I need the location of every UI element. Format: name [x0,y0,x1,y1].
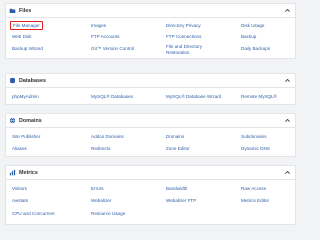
chevron-up-icon[interactable] [284,169,291,176]
images-link[interactable]: Images [91,23,106,28]
bandwidth-link[interactable]: Bandwidth [166,186,187,191]
chevron-up-icon[interactable] [284,77,291,84]
resource-usage-link[interactable]: Resource Usage [91,211,125,216]
files-panel: Files File Manager Images Directory Priv… [5,3,296,59]
metrics-editor-link[interactable]: Metrics Editor [241,198,269,203]
phpmyadmin-link[interactable]: phpMyAdmin [12,94,39,99]
file-directory-restoration-line2[interactable]: Restoration [166,50,190,55]
globe-icon [9,117,16,124]
redirects-link[interactable]: Redirects [91,146,110,151]
chart-icon [9,169,16,176]
domains-panel-header[interactable]: Domains [6,114,295,128]
cpu-concurrent-link[interactable]: CPU and Concurrent [12,211,55,216]
database-icon [10,77,15,84]
zone-editor-link[interactable]: Zone Editor [166,146,190,151]
backup-link[interactable]: Backup [241,34,256,39]
disk-usage-link[interactable]: Disk Usage [241,23,265,28]
daily-backups-link[interactable]: Daily Backups [241,46,270,51]
databases-panel-header[interactable]: Databases [6,74,295,88]
raw-access-link[interactable]: Raw Access [241,186,266,191]
chevron-up-icon[interactable] [284,117,291,124]
folder-icon [9,8,16,13]
files-title: Files [19,8,32,14]
webalizer-ftp-link[interactable]: Webalizer FTP [166,198,196,203]
subdomains-link[interactable]: Subdomains [241,134,267,139]
file-directory-restoration-link[interactable]: File and Directory [166,44,202,49]
files-panel-header[interactable]: Files [6,4,295,18]
file-manager-link[interactable]: File Manager [10,21,43,31]
awstats-link[interactable]: Awstats [12,198,28,203]
site-publisher-link[interactable]: Site Publisher [12,134,40,139]
mysql-databases-link[interactable]: MySQL® Databases [91,94,133,99]
cpanel-page: Files File Manager Images Directory Priv… [0,0,300,225]
git-version-control-link[interactable]: Git™ Version Control [91,46,134,51]
databases-panel: Databases phpMyAdmin MySQL® Databases My… [5,73,296,105]
chevron-up-icon[interactable] [284,7,291,14]
webalizer-link[interactable]: Webalizer [91,198,111,203]
directory-privacy-link[interactable]: Directory Privacy [166,23,201,28]
databases-title: Databases [19,78,46,84]
ftp-connections-link[interactable]: FTP Connections [166,34,201,39]
mysql-database-wizard-link[interactable]: MySQL® Database Wizard [166,94,221,99]
domains-panel: Domains Site Publisher Addon Domains Dom… [5,113,296,157]
remote-mysql-link[interactable]: Remote MySQL® [241,94,277,99]
backup-wizard-link[interactable]: Backup Wizard [12,46,43,51]
addon-domains-link[interactable]: Addon Domains [91,134,124,139]
visitors-link[interactable]: Visitors [12,186,27,191]
aliases-link[interactable]: Aliases [12,146,27,151]
domains-title: Domains [19,118,42,124]
errors-link[interactable]: Errors [91,186,104,191]
domains-link[interactable]: Domains [166,134,184,139]
metrics-title: Metrics [19,170,38,176]
metrics-panel-header[interactable]: Metrics [6,166,295,180]
dynamic-dns-link[interactable]: Dynamic DNS [241,146,270,151]
metrics-panel: Metrics Visitors Errors Bandwidth Raw Ac… [5,165,296,225]
ftp-accounts-link[interactable]: FTP Accounts [91,34,120,39]
web-disk-link[interactable]: Web Disk [12,34,32,39]
